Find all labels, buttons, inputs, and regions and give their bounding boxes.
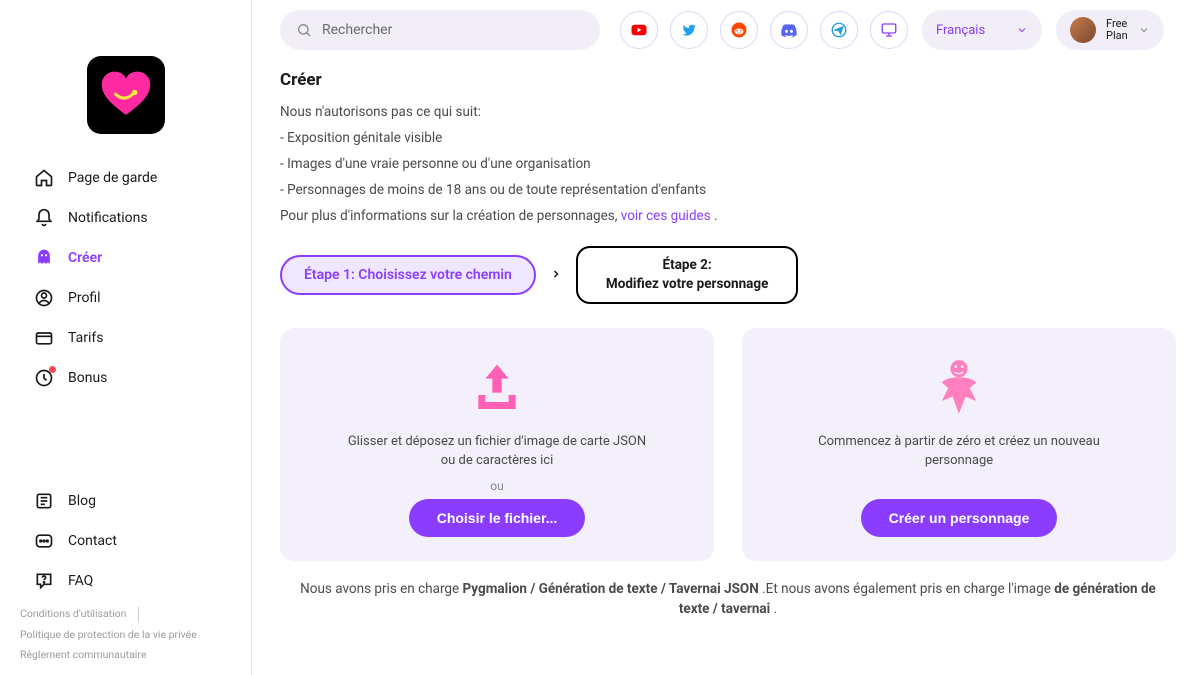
sidebar-item-create[interactable]: Créer xyxy=(14,238,237,278)
sidebar-item-label: Notifications xyxy=(68,210,148,226)
twitter-button[interactable] xyxy=(670,11,708,49)
discord-icon xyxy=(780,21,798,39)
intro-text: Nous n'autorisons pas ce qui suit: xyxy=(280,104,1176,120)
search-input[interactable]: Rechercher xyxy=(280,10,600,50)
rule-text: - Personnages de moins de 18 ans ou de t… xyxy=(280,182,1176,198)
rule-text: - Exposition génitale visible xyxy=(280,130,1176,146)
faq-icon xyxy=(34,571,54,591)
language-label: Français xyxy=(936,23,985,38)
step-2-box[interactable]: Étape 2: Modifiez votre personnage xyxy=(576,246,799,304)
bonus-icon xyxy=(34,368,54,388)
sidebar-item-bonus[interactable]: Bonus xyxy=(14,358,237,398)
sidebar-item-label: FAQ xyxy=(68,573,93,589)
upload-text: Glisser et déposez un fichier d'image de… xyxy=(347,432,647,471)
chevron-down-icon xyxy=(1138,24,1150,36)
sidebar-item-label: Profil xyxy=(68,290,101,306)
create-character-button[interactable]: Créer un personnage xyxy=(861,499,1058,537)
plan-line2: Plan xyxy=(1106,30,1128,42)
sidebar-item-faq[interactable]: FAQ xyxy=(14,561,237,601)
sidebar-item-label: Contact xyxy=(68,533,117,549)
reddit-button[interactable] xyxy=(720,11,758,49)
ghost-icon xyxy=(34,248,54,268)
monitor-icon xyxy=(880,21,898,39)
footer-terms[interactable]: Conditions d'utilisation xyxy=(20,607,139,622)
avatar xyxy=(1070,17,1096,43)
bell-icon xyxy=(34,208,54,228)
youtube-button[interactable] xyxy=(620,11,658,49)
choose-file-button[interactable]: Choisir le fichier... xyxy=(409,499,586,537)
sidebar-item-label: Créer xyxy=(68,250,102,266)
sidebar-item-pricing[interactable]: Tarifs xyxy=(14,318,237,358)
upload-icon xyxy=(469,356,525,420)
upload-or: ou xyxy=(490,479,503,493)
language-selector[interactable]: Français xyxy=(922,10,1042,50)
telegram-icon xyxy=(830,21,848,39)
twitter-icon xyxy=(681,22,697,38)
create-card: Commencez à partir de zéro et créez un n… xyxy=(742,328,1176,561)
footer-community[interactable]: Règlement communautaire xyxy=(20,648,146,663)
sidebar-item-contact[interactable]: Contact xyxy=(14,521,237,561)
footer-privacy[interactable]: Politique de protection de la vie privée xyxy=(20,628,197,643)
sidebar-item-blog[interactable]: Blog xyxy=(14,481,237,521)
sidebar-item-label: Tarifs xyxy=(68,330,103,346)
sidebar-item-label: Blog xyxy=(68,493,96,509)
search-placeholder: Rechercher xyxy=(322,22,392,38)
card-icon xyxy=(34,328,54,348)
discord-button[interactable] xyxy=(770,11,808,49)
profile-icon xyxy=(34,288,54,308)
page-title: Créer xyxy=(280,70,1176,90)
guide-text: Pour plus d'informations sur la création… xyxy=(280,208,1176,224)
sidebar-item-notifications[interactable]: Notifications xyxy=(14,198,237,238)
youtube-icon xyxy=(630,21,648,39)
telegram-button[interactable] xyxy=(820,11,858,49)
notification-dot xyxy=(49,366,56,373)
sidebar-item-profile[interactable]: Profil xyxy=(14,278,237,318)
reddit-icon xyxy=(730,21,748,39)
app-logo[interactable] xyxy=(87,56,165,134)
sidebar-item-label: Bonus xyxy=(68,370,107,386)
create-text: Commencez à partir de zéro et créez un n… xyxy=(809,432,1109,471)
stream-button[interactable] xyxy=(870,11,908,49)
search-icon xyxy=(296,22,312,38)
person-icon xyxy=(933,356,985,420)
chevron-right-icon xyxy=(550,265,562,284)
rule-text: - Images d'une vraie personne ou d'une o… xyxy=(280,156,1176,172)
support-text: Nous avons pris en charge Pygmalion / Gé… xyxy=(280,579,1176,620)
blog-icon xyxy=(34,491,54,511)
upload-card[interactable]: Glisser et déposez un fichier d'image de… xyxy=(280,328,714,561)
sidebar-item-label: Page de garde xyxy=(68,170,157,186)
step-1-pill[interactable]: Étape 1: Choisissez votre chemin xyxy=(280,255,536,295)
plan-selector[interactable]: Free Plan xyxy=(1056,10,1164,50)
sidebar-item-home[interactable]: Page de garde xyxy=(14,158,237,198)
home-icon xyxy=(34,168,54,188)
guide-link[interactable]: voir ces guides xyxy=(621,208,711,224)
contact-icon xyxy=(34,531,54,551)
chevron-down-icon xyxy=(1016,24,1028,36)
